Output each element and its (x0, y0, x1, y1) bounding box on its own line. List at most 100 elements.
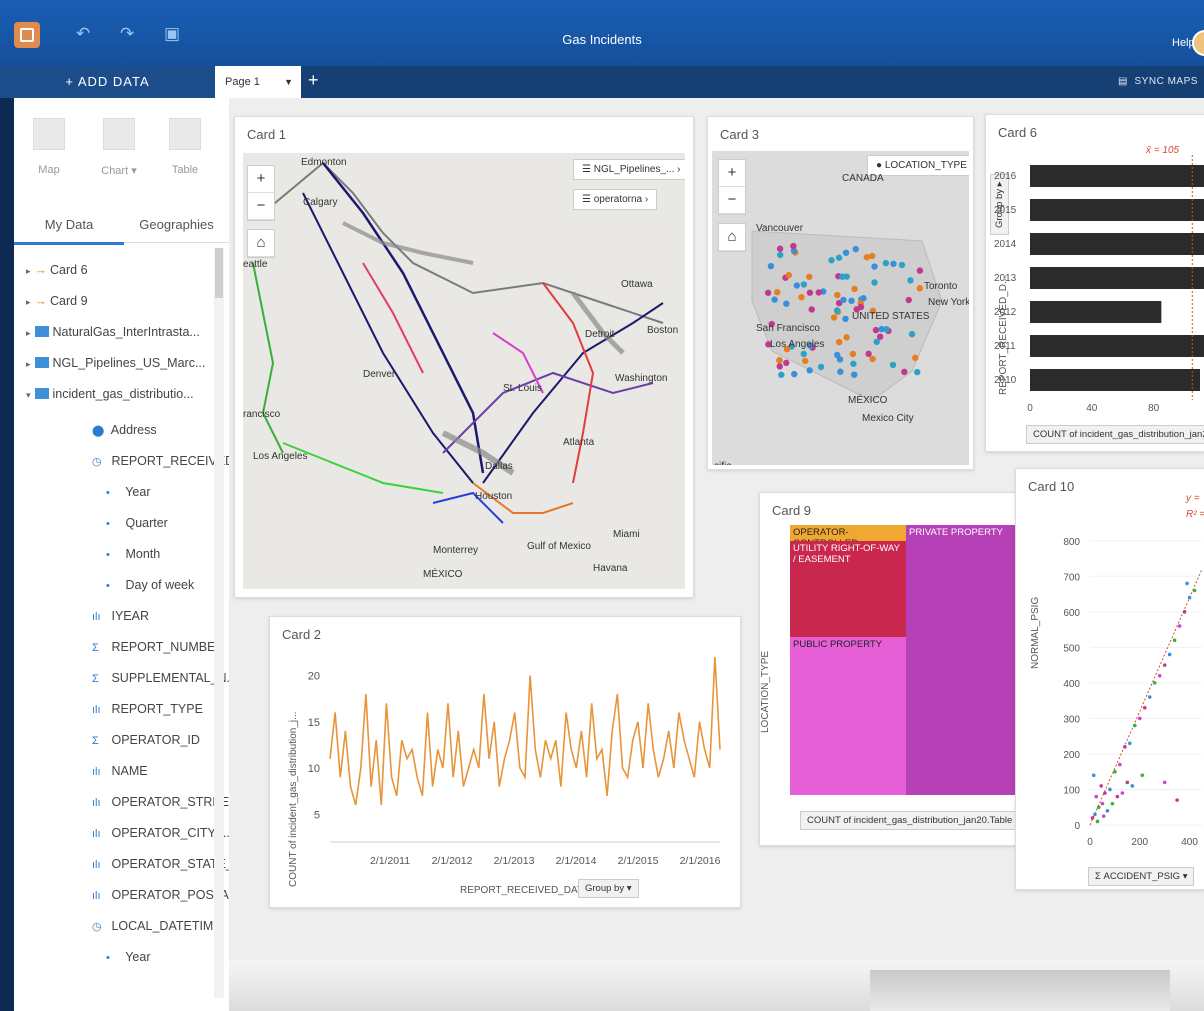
dataset-item[interactable]: ▸→Card 6⋮ (26, 263, 229, 278)
card-1[interactable]: Card 1 + − ⌂ ☰ NGL_Pipelines_... › ☰ ope… (234, 116, 694, 598)
pipeline-map[interactable]: + − ⌂ ☰ NGL_Pipelines_... › ☰ operatorna… (243, 153, 685, 589)
expand-arrow-icon[interactable]: ▸ (26, 328, 31, 338)
treemap-block-operator-controlled[interactable]: OPERATOR-CONTROLLED (790, 525, 906, 549)
x-axis-field-button[interactable]: Σ ACCIDENT_PSIG ▾ (1088, 867, 1195, 886)
field-item[interactable]: ılı REPORT_TYPE (92, 702, 203, 716)
zoom-control: + − (718, 159, 746, 215)
zoom-out-button[interactable]: − (248, 193, 274, 220)
field-item[interactable]: Σ REPORT_NUMBER (92, 640, 224, 654)
expand-arrow-icon[interactable]: ▸ (26, 297, 31, 307)
expand-arrow-icon[interactable]: ▸ (26, 266, 31, 276)
map-place-label: Washington (615, 373, 668, 384)
card-6[interactable]: Card 6 Group by ▸ REPORT_RECEIVED_D... x… (985, 114, 1204, 452)
treemap[interactable]: OPERATOR-CONTROLLED UTILITY RIGHT-OF-WAY… (790, 525, 1020, 795)
chevron-down-icon[interactable]: ▼ (284, 66, 293, 98)
treemap-block-private-property[interactable]: PRIVATE PROPERTY (906, 525, 1020, 795)
field-label: Quarter (122, 516, 168, 530)
table-icon (169, 118, 201, 150)
treemap-block-public-property[interactable]: PUBLIC PROPERTY (790, 637, 906, 795)
x-tick-label: 2/1/2012 (432, 855, 473, 867)
incident-point (851, 371, 858, 378)
legend-layer-operatorna[interactable]: ☰ operatorna › (573, 189, 658, 210)
dataset-item[interactable]: ▸→Card 9⋮ (26, 294, 229, 309)
incident-map[interactable]: + − ⌂ ● LOCATION_TYPE › CANADAVancouverT… (712, 151, 969, 465)
incident-point (830, 314, 838, 321)
scatter-point (1125, 780, 1130, 785)
map-place-label: UNITED STATES (852, 311, 930, 322)
zoom-in-button[interactable]: + (248, 166, 274, 193)
incident-point (907, 277, 914, 284)
chart-viz-button[interactable]: Chart ▾ (94, 118, 144, 177)
scrollbar[interactable] (214, 248, 224, 998)
x-axis-field-button[interactable]: COUNT of incident_gas_distribution_jan20… (800, 811, 1020, 830)
treemap-block-utility-right-of-way[interactable]: UTILITY RIGHT-OF-WAY / EASEMENT (790, 541, 906, 637)
scatter-point (1103, 791, 1107, 795)
dataset-label: NaturalGas_InterIntrasta... (52, 325, 200, 339)
tab-geographies[interactable]: Geographies (124, 208, 229, 243)
tab-my-data[interactable]: My Data (14, 208, 124, 245)
field-item[interactable]: ılı IYEAR (92, 609, 149, 623)
field-item[interactable]: • Year (106, 950, 151, 964)
expand-arrow-icon[interactable]: ▸ (26, 359, 31, 369)
incident-point (764, 289, 772, 296)
scatter-point (1172, 638, 1177, 643)
y-tick-label: 20 (308, 671, 320, 683)
pipeline-lines (252, 161, 664, 524)
field-label: LOCAL_DATETIME (108, 919, 222, 933)
map-viz-button[interactable]: Map (24, 118, 74, 176)
map-viz-label: Map (38, 164, 60, 176)
field-item[interactable]: ⬤ Address (92, 423, 157, 437)
incident-point (908, 330, 916, 338)
incident-point (851, 285, 858, 293)
home-button[interactable]: ⌂ (718, 223, 746, 252)
card-title: Card 9 (772, 503, 812, 518)
field-item[interactable]: • Year (106, 485, 151, 499)
group-by-label: Group by (585, 883, 625, 894)
dataset-item[interactable]: ▾incident_gas_distributio...⋮ (26, 387, 229, 402)
incident-point (848, 297, 855, 305)
map-place-label: MÉXICO (423, 569, 463, 580)
sync-maps-button[interactable]: ▤ SYNC MAPS (1118, 76, 1198, 87)
map-place-label: Edmonton (301, 157, 347, 168)
legend-layer-ngl[interactable]: ☰ NGL_Pipelines_... › (573, 159, 685, 180)
field-item[interactable]: ◷ LOCAL_DATETIME (92, 919, 222, 933)
incident-point (836, 338, 843, 346)
expand-arrow-icon[interactable]: ▾ (26, 390, 31, 400)
x-axis-label: ACCIDENT_PSIG (1103, 871, 1181, 882)
y-tick-label: 600 (1063, 608, 1080, 619)
scatter-point (1185, 581, 1189, 586)
group-by-button[interactable]: Group by ▾ (578, 879, 639, 898)
card-2[interactable]: Card 2 COUNT of incident_gas_distributio… (269, 616, 741, 908)
home-button[interactable]: ⌂ (247, 229, 275, 258)
x-axis-field-button[interactable]: COUNT of incident_gas_distribution_jan20 (1026, 425, 1204, 444)
zoom-out-button[interactable]: − (719, 187, 745, 214)
app-title: Gas Incidents (562, 32, 642, 47)
incident-point (776, 357, 783, 364)
scatter-point (1130, 784, 1135, 788)
card-10[interactable]: Card 10 y = R² = NORMAL_PSIG 0 100 200 300 4… (1015, 468, 1204, 890)
us-outline (751, 230, 943, 402)
field-item[interactable]: • Quarter (106, 516, 168, 530)
field-item[interactable]: ılı NAME (92, 764, 148, 778)
field-item[interactable]: • Month (106, 547, 160, 561)
dataset-item[interactable]: ▸NaturalGas_InterIntrasta...⋮ (26, 325, 229, 340)
add-data-button[interactable]: + ADD DATA (0, 66, 215, 98)
result-link-icon: → (34, 263, 48, 277)
table-viz-button[interactable]: Table (160, 118, 210, 176)
incident-point (791, 370, 798, 378)
scrollbar-thumb[interactable] (215, 248, 223, 298)
card-3[interactable]: Card 3 + − ⌂ ● LOCATION_TYPE › CANADAVan… (707, 116, 974, 470)
field-item[interactable]: Σ OPERATOR_ID (92, 733, 200, 747)
tab-page-1[interactable]: Page 1 ▼ (215, 66, 301, 98)
field-item[interactable]: ılı OPERATOR_CITY_... (92, 826, 233, 840)
zoom-in-button[interactable]: + (719, 160, 745, 187)
incident-point (839, 273, 846, 280)
add-page-button[interactable]: + (308, 70, 319, 91)
x-tick-label: 0 (1087, 837, 1093, 848)
card-9[interactable]: Card 9 LOCATION_TYPE OPERATOR-CONTROLLED… (759, 492, 1031, 846)
sync-maps-label: SYNC MAPS (1134, 76, 1198, 87)
field-item[interactable]: • Day of week (106, 578, 194, 592)
incident-point (785, 271, 792, 279)
y-tick-label: 300 (1063, 714, 1080, 725)
dataset-item[interactable]: ▸NGL_Pipelines_US_Marc...⋮ (26, 356, 229, 371)
